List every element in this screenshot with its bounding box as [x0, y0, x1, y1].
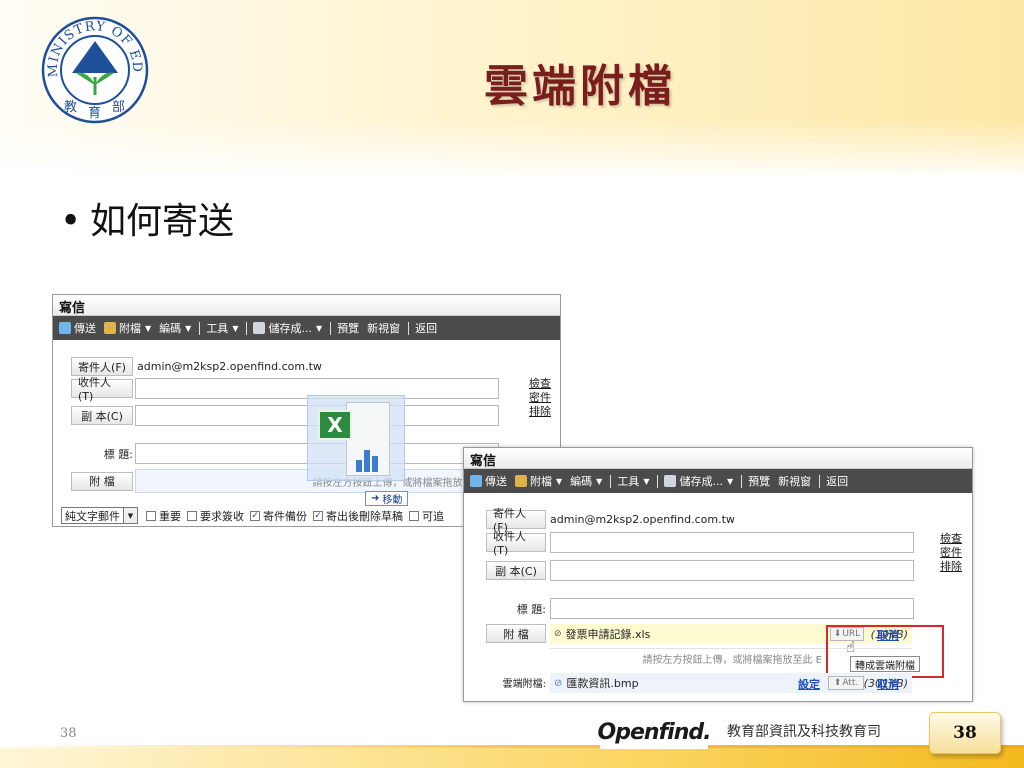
toolbar-divider — [657, 474, 659, 488]
bcc-link[interactable]: 密件 — [940, 546, 966, 560]
to-button[interactable]: 收件人(T) — [486, 530, 546, 557]
from-value: admin@m2ksp2.openfind.com.tw — [137, 360, 322, 373]
checkbox[interactable] — [146, 510, 156, 521]
subject-label: 標 題: — [516, 602, 546, 616]
logo-char-1: 教 — [64, 99, 77, 115]
to-button[interactable]: 收件人(T) — [71, 376, 133, 403]
paperclip-icon — [515, 475, 527, 487]
ministry-of-education-logo: MINISTRY OF EDUCATION 教 育 部 — [40, 15, 149, 124]
option-read-receipt[interactable]: 要求簽收 — [187, 508, 244, 524]
arrow-right-icon: ➜ — [371, 493, 380, 504]
cc-button[interactable]: 副 本(C) — [71, 406, 133, 425]
recipient-links: 檢查 密件 排除 — [529, 377, 555, 419]
compose-toolbar: 傳送 附檔 ▼ 編碼 ▼ 工具 ▼ 儲存成... ▼ 預覽 新視窗 返回 — [53, 316, 560, 340]
check-link[interactable]: 檢查 — [529, 377, 555, 391]
cloud-filename: 匯款資訊.bmp — [566, 677, 639, 690]
from-button[interactable]: 寄件人(F) — [486, 507, 546, 534]
bullet-item: • 如何寄送 — [60, 192, 234, 244]
attach-menu[interactable]: 附檔 ▼ — [515, 473, 562, 489]
cc-input[interactable] — [550, 560, 914, 581]
check-link[interactable]: 檢查 — [940, 532, 966, 546]
checkbox[interactable] — [187, 510, 197, 521]
encoding-menu[interactable]: 編碼 ▼ — [159, 320, 191, 336]
back-button[interactable]: 返回 — [826, 473, 848, 489]
compose-title: 寫信 — [464, 448, 972, 469]
save-as-menu[interactable]: 儲存成... ▼ — [253, 320, 322, 336]
highlight-box — [826, 625, 944, 678]
attachment-filename: 發票申請記錄.xls — [565, 628, 651, 641]
excel-x-badge: X — [318, 410, 352, 440]
paperclip-icon — [104, 322, 116, 334]
paperclip-icon: ⊘ — [554, 629, 562, 639]
encoding-menu[interactable]: 編碼 ▼ — [570, 473, 602, 489]
footer-page-number: 38 — [60, 726, 77, 741]
cloud-file-icon: ⊘ — [554, 677, 563, 689]
option-save-copy[interactable]: ✓ 寄件備份 — [250, 508, 307, 524]
exclude-link[interactable]: 排除 — [940, 560, 966, 574]
logo-char-3: 部 — [112, 100, 125, 115]
slide-title: 雲端附檔 — [484, 61, 676, 112]
option-delete-draft[interactable]: ✓ 寄出後刪除草稿 — [313, 508, 403, 524]
cloud-attachment-label: 雲端附檔: — [502, 679, 546, 690]
new-window-button[interactable]: 新視窗 — [367, 320, 400, 336]
drop-hint: 請按左方按鈕上傳，或將檔案拖放至此 E — [642, 655, 823, 666]
attach-menu[interactable]: 附檔 ▼ — [104, 320, 151, 336]
logo-char-2: 育 — [88, 105, 101, 121]
tools-menu[interactable]: 工具 ▼ — [206, 320, 238, 336]
attach-button[interactable]: 附 檔 — [486, 624, 546, 643]
back-button[interactable]: 返回 — [415, 320, 437, 336]
toolbar-divider — [199, 321, 201, 335]
toolbar-divider — [819, 474, 821, 488]
compose-title: 寫信 — [53, 295, 560, 316]
subject-input[interactable] — [550, 598, 914, 619]
cancel-cloud-link[interactable]: 取消 — [877, 676, 899, 692]
save-icon — [253, 322, 266, 334]
header-fade — [0, 120, 1024, 180]
exclude-link[interactable]: 排除 — [529, 405, 555, 419]
toolbar-divider — [741, 474, 743, 488]
department-name: 教育部資訊及科技教育司 — [727, 724, 881, 740]
bcc-link[interactable]: 密件 — [529, 391, 555, 405]
excel-chart-icon — [356, 442, 384, 472]
openfind-logo: Openfind. — [598, 715, 711, 749]
compose-toolbar: 傳送 附檔 ▼ 編碼 ▼ 工具 ▼ 儲存成... ▼ 預覽 新視窗 返回 — [464, 469, 972, 493]
move-tooltip: ➜ 移動 — [365, 491, 409, 506]
checkbox-checked[interactable]: ✓ — [313, 510, 323, 521]
bullet-text: 如何寄送 — [90, 201, 235, 242]
option-track[interactable]: 可追 — [409, 508, 444, 524]
new-window-button[interactable]: 新視窗 — [778, 473, 811, 489]
subject-label: 標 題: — [103, 447, 133, 461]
checkbox[interactable] — [409, 510, 419, 521]
upload-arrow-icon: ⬆ — [833, 678, 842, 688]
footer-band — [0, 748, 1024, 768]
cc-button[interactable]: 副 本(C) — [486, 561, 546, 580]
tools-menu[interactable]: 工具 ▼ — [617, 473, 649, 489]
recipient-links: 檢查 密件 排除 — [940, 532, 966, 574]
send-button[interactable]: 傳送 — [470, 473, 507, 489]
save-icon — [664, 475, 677, 487]
send-icon — [470, 475, 482, 487]
from-value: admin@m2ksp2.openfind.com.tw — [550, 513, 735, 526]
toolbar-divider — [610, 474, 612, 488]
format-select[interactable]: 純文字郵件 ▼ — [61, 507, 138, 524]
save-as-menu[interactable]: 儲存成... ▼ — [664, 473, 733, 489]
attach-button[interactable]: 附 檔 — [71, 471, 133, 491]
dragged-excel-file[interactable]: X — [307, 395, 405, 481]
preview-button[interactable]: 預覽 — [748, 473, 770, 489]
att-button[interactable]: ⬆ Att. — [828, 676, 864, 690]
preview-button[interactable]: 預覽 — [337, 320, 359, 336]
option-important[interactable]: 重要 — [146, 508, 181, 524]
send-icon — [59, 322, 71, 334]
send-button[interactable]: 傳送 — [59, 320, 96, 336]
toolbar-divider — [246, 321, 248, 335]
bullet-dot: • — [60, 201, 82, 242]
to-input[interactable] — [550, 532, 914, 553]
chevron-down-icon: ▼ — [123, 508, 137, 523]
checkbox-checked[interactable]: ✓ — [250, 510, 260, 521]
compose-window-2: 寫信 傳送 附檔 ▼ 編碼 ▼ 工具 ▼ 儲存成... ▼ 預覽 新視窗 返回 寄件人(… — [463, 447, 973, 702]
toolbar-divider — [330, 321, 332, 335]
page-number-box: 38 — [929, 712, 1001, 754]
toolbar-divider — [408, 321, 410, 335]
cloud-setting-link[interactable]: 設定 — [798, 676, 820, 692]
